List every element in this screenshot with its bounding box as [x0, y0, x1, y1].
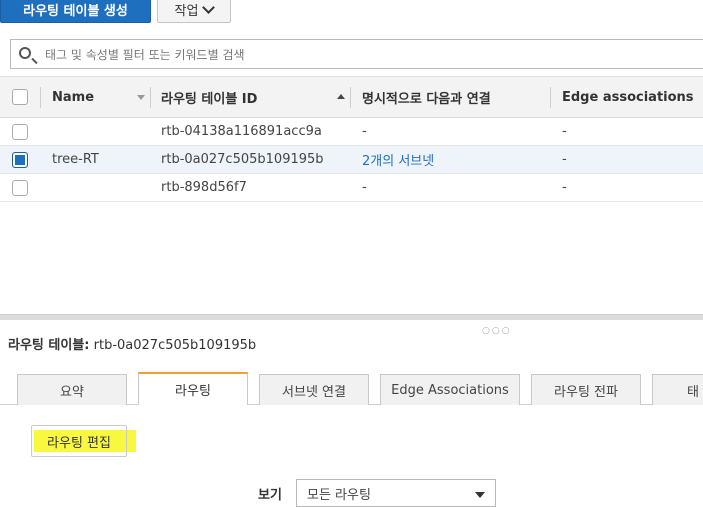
create-route-table-button[interactable]: 라우팅 테이블 생성 [0, 0, 151, 23]
column-header-name[interactable]: Name [52, 77, 94, 117]
detail-title: 라우팅 테이블: rtb-0a027c505b109195b [8, 334, 256, 353]
row-checkbox[interactable] [12, 179, 28, 196]
actions-label: 작업 [174, 4, 199, 19]
cell-explicit-association: - [362, 180, 367, 195]
select-all-cell [12, 77, 28, 117]
detail-title-prefix: 라우팅 테이블: [8, 338, 90, 353]
subnet-association-link[interactable]: 2개의 서브넷 [362, 146, 434, 173]
tab-routes[interactable]: 라우팅 [138, 372, 248, 405]
cell-edge-associations: - [562, 180, 567, 195]
table-row[interactable]: rtb-04138a116891acc9a - - [0, 118, 703, 146]
cell-explicit-association: - [362, 124, 367, 139]
column-header-explicit-association[interactable]: 명시적으로 다음과 연결 [362, 77, 491, 117]
caret-down-icon [475, 492, 485, 498]
cell-route-table-id: rtb-0a027c505b109195b [161, 152, 324, 167]
column-header-route-table-id[interactable]: 라우팅 테이블 ID [161, 77, 257, 117]
cell-edge-associations: - [562, 152, 567, 167]
cell-route-table-id: rtb-898d56f7 [161, 180, 247, 195]
view-filter-select[interactable]: 모든 라우팅 [296, 479, 496, 507]
tab-route-propagation[interactable]: 라우팅 전파 [531, 374, 641, 405]
search-bar[interactable] [10, 39, 703, 69]
cell-route-table-id: rtb-04138a116891acc9a [161, 124, 322, 139]
actions-dropdown-button[interactable]: 작업 [157, 0, 231, 23]
row-checkbox[interactable] [12, 151, 28, 168]
view-label: 보기 [258, 488, 282, 503]
table-header: Name 라우팅 테이블 ID 명시적으로 다음과 연결 Edge associ… [0, 76, 703, 118]
cell-edge-associations: - [562, 124, 567, 139]
column-label-route-table-id: 라우팅 테이블 ID [161, 91, 258, 107]
column-header-edge-associations[interactable]: Edge associations [562, 77, 694, 117]
panel-splitter[interactable] [0, 314, 703, 320]
tab-tags[interactable]: 태 [652, 374, 703, 405]
search-input[interactable] [43, 44, 647, 66]
chevron-down-icon [202, 1, 216, 14]
view-filter-value: 모든 라우팅 [307, 487, 371, 503]
tab-summary[interactable]: 요약 [17, 374, 127, 405]
column-label-name: Name [52, 89, 95, 105]
sort-ascending-icon[interactable] [337, 94, 345, 99]
cell-name: tree-RT [52, 152, 99, 167]
table-row[interactable]: tree-RT rtb-0a027c505b109195b 2개의 서브넷 - [0, 146, 703, 174]
detail-title-value: rtb-0a027c505b109195b [93, 338, 257, 353]
edit-routes-button[interactable]: 라우팅 편집 [31, 425, 127, 457]
sort-icon[interactable] [137, 95, 145, 100]
tab-edge-associations[interactable]: Edge Associations [380, 374, 520, 405]
column-label-edge-associations: Edge associations [562, 89, 694, 105]
drag-handle-icon[interactable]: ○○○ [482, 326, 512, 336]
tab-subnet-associations[interactable]: 서브넷 연결 [259, 374, 369, 405]
select-all-checkbox[interactable] [12, 89, 28, 105]
column-label-explicit-association: 명시적으로 다음과 연결 [362, 91, 491, 107]
search-icon [19, 47, 31, 59]
table-row[interactable]: rtb-898d56f7 - - [0, 174, 703, 202]
row-checkbox[interactable] [12, 123, 28, 140]
